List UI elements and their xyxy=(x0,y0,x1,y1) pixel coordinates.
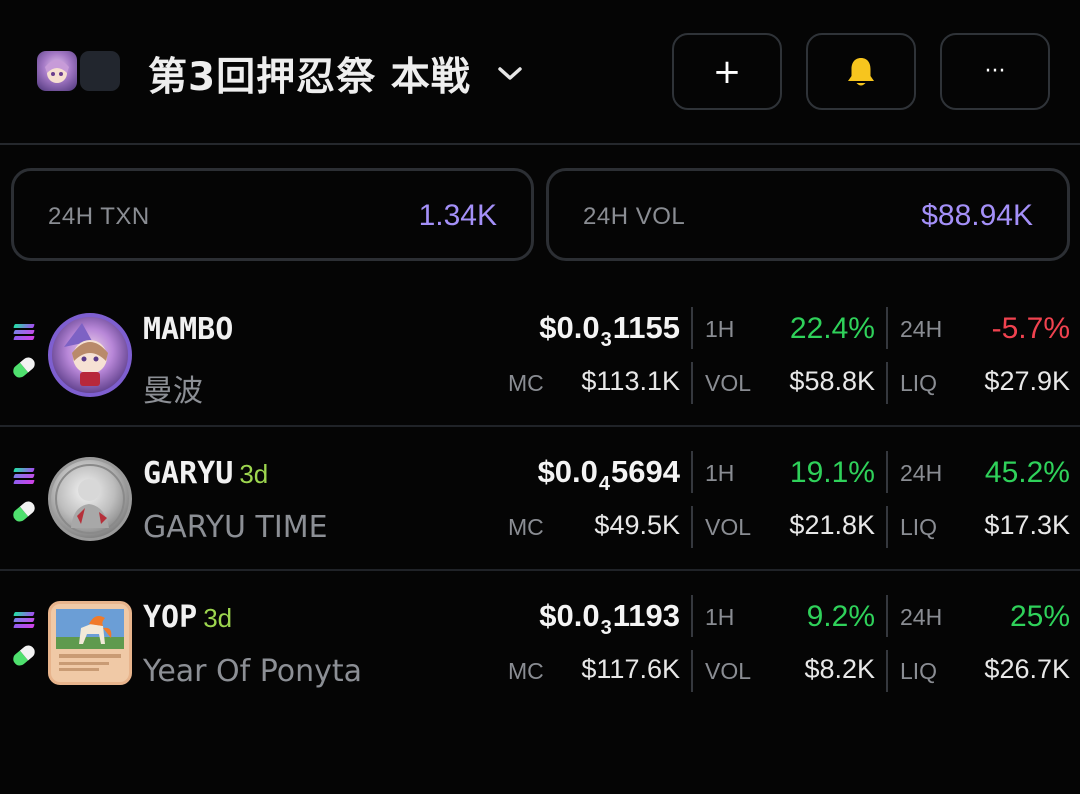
token-age: 3d xyxy=(203,603,233,633)
liquidity-value: $27.9K xyxy=(984,366,1070,396)
token-name-line: GARYU 3d xyxy=(143,456,268,492)
list-avatar-icon xyxy=(37,51,77,91)
token-row[interactable]: MAMBO 曼波 $0.031155 MC $113.1K 1H 22.4% V… xyxy=(0,284,1080,427)
header: 第3回押忍祭 本戦 + ··· xyxy=(0,0,1080,145)
token-symbol: YOP xyxy=(143,600,198,635)
change-24h-value: 25% xyxy=(1009,600,1070,633)
mc-label: MC xyxy=(508,370,544,396)
column-divider xyxy=(691,362,693,404)
token-row[interactable]: GARYU 3d GARYU TIME $0.045694 MC $49.5K … xyxy=(0,428,1080,571)
change-24h-value: -5.7% xyxy=(991,312,1070,345)
change-24h-label: 24H xyxy=(900,316,943,342)
change-1h-value: 19.1% xyxy=(789,456,875,489)
stat-vol-value: $88.94K xyxy=(921,199,1033,232)
token-symbol: GARYU xyxy=(143,456,234,491)
token-fullname: 曼波 xyxy=(143,374,203,409)
pill-icon xyxy=(10,498,38,525)
mc-value: $113.1K xyxy=(581,366,680,396)
liquidity-label: LIQ xyxy=(900,514,938,540)
column-divider xyxy=(886,307,888,349)
change-24h-label: 24H xyxy=(900,604,943,630)
token-name-line: MAMBO xyxy=(143,312,239,348)
price-prefix: $0.0 xyxy=(539,310,600,345)
volume-label: VOL xyxy=(705,658,752,684)
token-price: $0.031193 xyxy=(539,598,680,639)
token-symbol: MAMBO xyxy=(143,312,234,347)
token-price: $0.045694 xyxy=(537,454,680,495)
pill-icon xyxy=(10,642,38,669)
token-name-line: YOP 3d xyxy=(143,600,232,636)
price-zero-count: 3 xyxy=(600,329,612,351)
column-divider xyxy=(886,595,888,637)
column-divider xyxy=(886,451,888,493)
volume-label: VOL xyxy=(705,370,752,396)
column-divider xyxy=(691,451,693,493)
plus-icon: + xyxy=(712,51,742,92)
liquidity-value: $26.7K xyxy=(984,654,1070,684)
stat-txn-value: 1.34K xyxy=(418,199,497,232)
mc-label: MC xyxy=(508,658,544,684)
more-dots-icon: ··· xyxy=(984,59,1006,84)
change-24h-label: 24H xyxy=(900,460,943,486)
mc-value: $117.6K xyxy=(581,654,680,684)
more-button[interactable]: ··· xyxy=(940,33,1050,110)
price-zero-count: 4 xyxy=(598,473,611,495)
token-list-screen: 第3回押忍祭 本戦 + ··· 24H TXN 1.34K 24H VOL $8 xyxy=(0,0,1080,794)
mambo-avatar-icon xyxy=(48,313,132,397)
row-divider xyxy=(0,569,1080,571)
solana-icon xyxy=(13,612,35,628)
change-24h-value: 45.2% xyxy=(984,456,1070,489)
solana-icon xyxy=(13,324,35,340)
liquidity-label: LIQ xyxy=(900,658,938,684)
column-divider xyxy=(886,506,888,548)
mc-value: $49.5K xyxy=(594,510,680,540)
token-fullname: GARYU TIME xyxy=(143,510,328,545)
price-digits: 1193 xyxy=(612,598,680,633)
header-divider xyxy=(0,143,1080,145)
bell-icon xyxy=(848,57,874,85)
token-price: $0.031155 xyxy=(539,310,680,351)
ponyta-card-avatar-icon xyxy=(48,601,132,685)
price-prefix: $0.0 xyxy=(539,598,600,633)
page-title: 第3回押忍祭 本戦 xyxy=(148,55,471,100)
stat-24h-txn: 24H TXN 1.34K xyxy=(11,168,534,261)
column-divider xyxy=(691,595,693,637)
column-divider xyxy=(886,650,888,692)
alert-button[interactable] xyxy=(806,33,916,110)
price-prefix: $0.0 xyxy=(537,454,598,489)
solana-icon xyxy=(13,468,35,484)
change-1h-value: 9.2% xyxy=(806,600,875,633)
stat-txn-label: 24H TXN xyxy=(48,203,150,230)
add-button[interactable]: + xyxy=(672,33,782,110)
stat-vol-label: 24H VOL xyxy=(583,203,686,230)
volume-label: VOL xyxy=(705,514,752,540)
column-divider xyxy=(691,650,693,692)
liquidity-label: LIQ xyxy=(900,370,938,396)
mc-label: MC xyxy=(508,514,544,540)
change-1h-value: 22.4% xyxy=(789,312,875,345)
volume-value: $8.2K xyxy=(804,654,875,684)
volume-value: $58.8K xyxy=(789,366,875,396)
change-1h-label: 1H xyxy=(705,316,735,342)
list-placeholder-icon xyxy=(80,51,120,91)
liquidity-value: $17.3K xyxy=(984,510,1070,540)
price-digits: 5694 xyxy=(611,454,680,489)
pill-icon xyxy=(10,354,38,381)
change-1h-label: 1H xyxy=(705,604,735,630)
price-digits: 1155 xyxy=(612,310,680,345)
chevron-down-icon xyxy=(495,59,525,89)
token-row[interactable]: YOP 3d Year Of Ponyta $0.031193 MC $117.… xyxy=(0,572,1080,715)
column-divider xyxy=(886,362,888,404)
column-divider xyxy=(691,506,693,548)
list-title-dropdown[interactable]: 第3回押忍祭 本戦 xyxy=(148,48,525,100)
token-fullname: Year Of Ponyta xyxy=(143,654,363,689)
change-1h-label: 1H xyxy=(705,460,735,486)
price-zero-count: 3 xyxy=(600,617,612,639)
stat-24h-vol: 24H VOL $88.94K xyxy=(546,168,1070,261)
column-divider xyxy=(691,307,693,349)
garyu-coin-avatar-icon xyxy=(48,457,132,541)
volume-value: $21.8K xyxy=(789,510,875,540)
row-divider xyxy=(0,425,1080,427)
token-age: 3d xyxy=(239,459,269,489)
